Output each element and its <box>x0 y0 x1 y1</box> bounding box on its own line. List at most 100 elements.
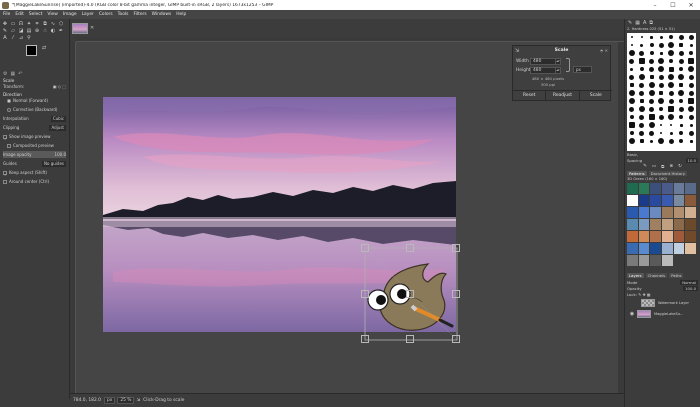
close-button[interactable]: ✕ <box>682 0 700 10</box>
pattern-swatch[interactable] <box>685 243 696 254</box>
transform-mode-icons[interactable]: ▣ ◇ ⬚ <box>53 84 66 89</box>
lasso-icon[interactable]: ᗣ <box>17 20 25 27</box>
brush-preview[interactable] <box>649 43 654 47</box>
brush-preview[interactable] <box>638 58 645 64</box>
gradient-icon[interactable]: ▤ <box>25 27 33 34</box>
brush-preview[interactable] <box>639 114 645 120</box>
fuzzy-select-icon[interactable]: ✦ <box>25 20 33 27</box>
height-spinner[interactable]: ▴▾ <box>556 67 561 74</box>
brush-category[interactable]: Basic, <box>627 152 638 157</box>
tab-paths[interactable]: Paths <box>669 273 684 278</box>
height-input[interactable]: 480 <box>530 67 556 74</box>
brush-preview[interactable] <box>649 75 654 79</box>
measure-icon[interactable]: ⊿ <box>17 34 25 41</box>
brush-preview[interactable] <box>658 58 665 64</box>
patterns-grid[interactable] <box>627 183 696 269</box>
visibility-eye-icon[interactable]: ◉ <box>627 311 637 317</box>
brush-preview[interactable] <box>679 131 684 135</box>
brush-preview[interactable] <box>688 98 695 104</box>
brush-preview[interactable] <box>678 34 684 40</box>
new-brush-icon[interactable]: ▭ <box>652 164 656 169</box>
brush-preview[interactable] <box>668 138 674 144</box>
pattern-swatch[interactable] <box>673 231 685 242</box>
brush-preview[interactable] <box>668 106 675 112</box>
brush-preview[interactable] <box>640 43 644 47</box>
pattern-swatch[interactable] <box>650 195 661 206</box>
scale-handle-top-left[interactable] <box>361 244 369 252</box>
pattern-swatch[interactable] <box>673 183 685 194</box>
brush-preview[interactable] <box>628 90 635 96</box>
brush-preview[interactable] <box>668 74 675 80</box>
brush-preview[interactable] <box>678 74 685 80</box>
zoom-select[interactable]: 25 % <box>117 397 135 404</box>
brush-preview[interactable] <box>688 114 694 120</box>
maximize-button[interactable]: ☐ <box>664 0 682 10</box>
menu-colors[interactable]: Colors <box>99 12 113 17</box>
pattern-swatch[interactable] <box>627 243 638 254</box>
mode-select[interactable]: Normal <box>680 279 698 285</box>
bucket-fill-icon[interactable]: ◪ <box>17 27 25 34</box>
composited-preview-checkbox[interactable] <box>7 144 11 148</box>
interpolation-select[interactable]: Cubic <box>50 115 66 122</box>
brush-preview[interactable] <box>658 82 664 88</box>
pattern-swatch[interactable] <box>673 243 685 254</box>
pattern-swatch[interactable] <box>650 219 661 230</box>
opacity-value[interactable]: 100.0 <box>683 285 698 291</box>
pattern-swatch[interactable] <box>650 207 661 218</box>
brush-preview[interactable] <box>658 98 665 104</box>
undo-history-tab-icon[interactable]: ↶ <box>18 71 22 77</box>
brush-preview[interactable] <box>679 83 684 87</box>
device-status-tab-icon[interactable]: ▦ <box>10 71 15 77</box>
brush-preview[interactable] <box>639 122 645 128</box>
brush-preview[interactable] <box>688 34 694 40</box>
show-preview-option[interactable]: ✓ Show image preview <box>3 133 66 141</box>
menu-image[interactable]: Image <box>63 12 77 17</box>
menu-help[interactable]: Help <box>176 12 186 17</box>
guides-select[interactable]: No guides <box>42 160 66 167</box>
keep-aspect-option[interactable]: ✓ Keep aspect (Shift) <box>3 169 66 177</box>
close-tab-icon[interactable]: ✕ <box>90 25 94 31</box>
brush-preview[interactable] <box>689 43 693 47</box>
pattern-swatch[interactable] <box>638 183 650 194</box>
scale-handle-top[interactable] <box>406 244 414 252</box>
brush-preview[interactable] <box>668 114 675 120</box>
pattern-swatch[interactable] <box>638 195 650 206</box>
warp-icon[interactable]: ∿ <box>49 20 57 27</box>
pattern-swatch[interactable] <box>638 219 650 230</box>
chain-link-icon[interactable] <box>566 58 570 72</box>
brush-preview[interactable] <box>678 50 684 56</box>
duplicate-brush-icon[interactable]: ⧉ <box>661 164 664 170</box>
menu-edit[interactable]: Edit <box>15 12 24 17</box>
brush-preview[interactable] <box>629 83 634 87</box>
fonts-tab-icon[interactable]: A <box>643 20 646 26</box>
brush-preview[interactable] <box>679 99 684 103</box>
brush-preview[interactable] <box>679 67 684 71</box>
brush-preview[interactable] <box>688 74 694 80</box>
width-spinner[interactable]: ▴▾ <box>556 58 561 65</box>
brush-preview[interactable] <box>649 66 655 72</box>
brush-preview[interactable] <box>679 123 683 127</box>
pattern-swatch[interactable] <box>685 207 696 218</box>
scale-handle-top-right[interactable] <box>452 244 460 252</box>
layer-item[interactable]: ◉ MaggieLakeSu... <box>625 308 700 319</box>
brush-preview[interactable] <box>688 106 695 112</box>
brush-preview[interactable] <box>679 139 684 143</box>
brush-preview[interactable] <box>668 42 675 48</box>
delete-brush-icon[interactable]: ⊗ <box>669 164 673 169</box>
brush-preview[interactable] <box>629 74 635 80</box>
pattern-swatch[interactable] <box>627 219 638 230</box>
pattern-swatch[interactable] <box>650 243 661 254</box>
rect-select-icon[interactable]: ▭ <box>9 20 17 27</box>
color-selector[interactable]: ⇄ <box>4 45 69 69</box>
pattern-swatch[interactable] <box>685 183 696 194</box>
brush-preview[interactable] <box>658 66 665 72</box>
brush-preview[interactable] <box>688 66 695 72</box>
brushes-grid[interactable] <box>627 33 696 151</box>
tab-channels[interactable]: Channels <box>645 273 668 278</box>
brush-preview[interactable] <box>639 82 645 88</box>
brush-preview[interactable] <box>668 50 675 56</box>
brush-preview[interactable] <box>649 98 655 104</box>
brush-preview[interactable] <box>629 58 635 64</box>
scale-handle-bottom-right[interactable] <box>452 335 460 343</box>
around-center-option[interactable]: Around center (Ctrl) <box>3 178 66 185</box>
